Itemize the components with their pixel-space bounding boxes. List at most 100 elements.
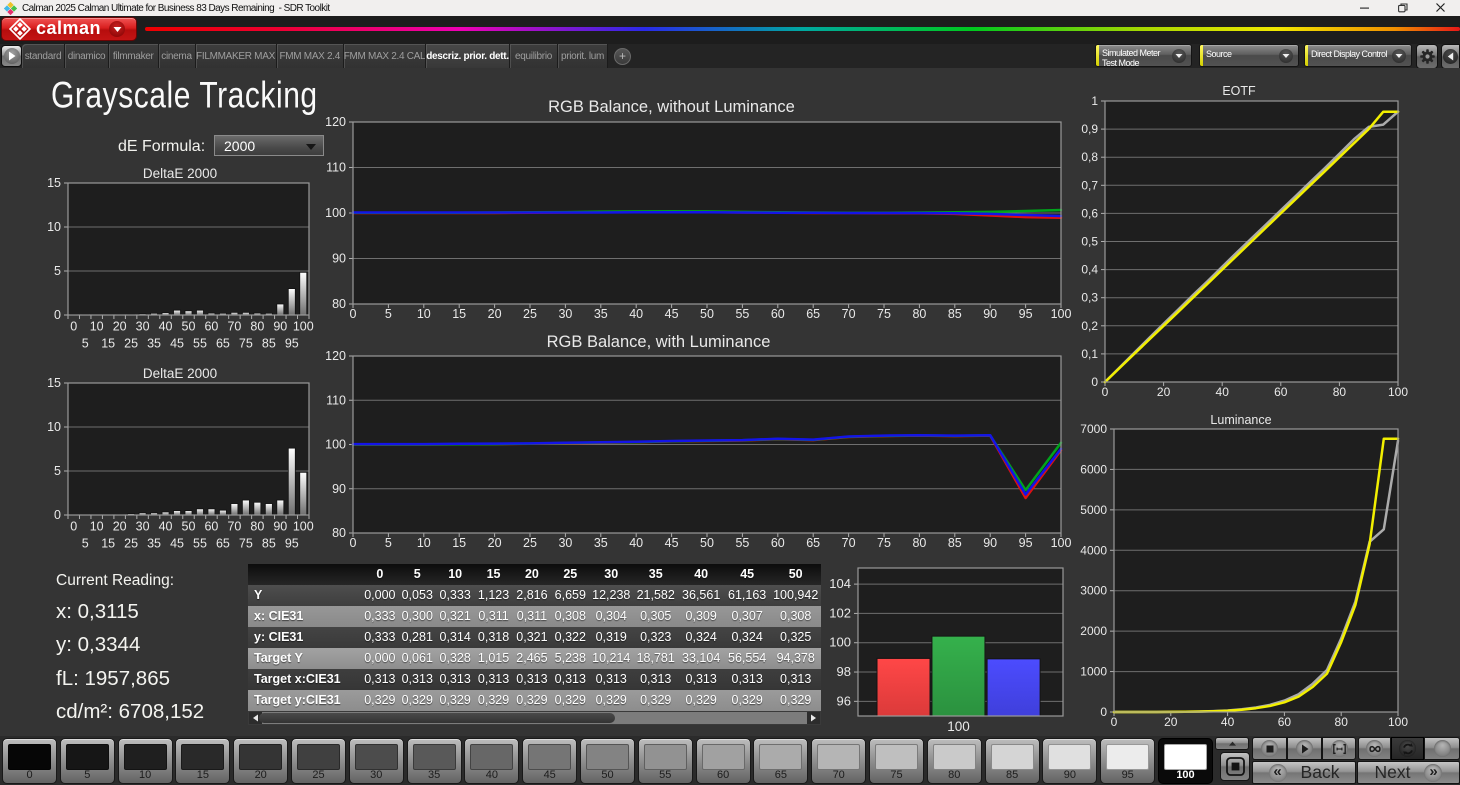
pattern-window-button[interactable] [1220, 752, 1250, 781]
table-scrollbar[interactable] [248, 711, 821, 725]
patch-label: 15 [176, 769, 229, 781]
table-row: Target x:CIE310,3130,3130,3130,3130,3130… [248, 669, 821, 690]
direct-display-control-dropdown[interactable]: Direct Display Control [1304, 44, 1412, 67]
grayscale-patch-40[interactable]: 40 [464, 738, 519, 784]
grayscale-patch-25[interactable]: 25 [291, 738, 346, 784]
deltae-chart-top: DeltaE 200005101505101520253035404550556… [20, 160, 330, 360]
tab-dinamico[interactable]: dinamico [65, 44, 109, 68]
grayscale-patch-15[interactable]: 15 [175, 738, 230, 784]
stop-button[interactable] [1252, 737, 1287, 760]
grayscale-patch-30[interactable]: 30 [349, 738, 404, 784]
scrollbar-thumb[interactable] [259, 713, 615, 723]
svg-text:5: 5 [385, 536, 392, 550]
grayscale-patch-80[interactable]: 80 [927, 738, 982, 784]
svg-text:RGB Balance, without Luminance: RGB Balance, without Luminance [548, 98, 795, 116]
svg-text:65: 65 [806, 536, 820, 550]
settings-button[interactable] [1416, 44, 1438, 69]
tab-filmmaker[interactable]: filmmaker [109, 44, 159, 68]
calman-menu-button[interactable]: calman [1, 17, 137, 41]
table-cell: 5,238 [551, 648, 589, 669]
arrow-right-icon [810, 714, 817, 722]
svg-text:55: 55 [735, 307, 749, 321]
tab-FILMMAKER-MAX[interactable]: FILMMAKER MAX [196, 44, 277, 68]
grayscale-patch-95[interactable]: 95 [1100, 738, 1155, 784]
grayscale-patch-45[interactable]: 45 [522, 738, 577, 784]
svg-text:50: 50 [700, 536, 714, 550]
grayscale-patch-70[interactable]: 70 [811, 738, 866, 784]
collapse-panel-button[interactable] [1441, 44, 1460, 69]
add-layout-tab-button[interactable]: + [614, 48, 631, 65]
tab-equilibrio[interactable]: equilibrio [510, 44, 558, 68]
patch-label: 85 [986, 769, 1039, 781]
grayscale-patch-90[interactable]: 90 [1042, 738, 1097, 784]
tab-standard[interactable]: standard [22, 44, 65, 68]
restore-icon [1398, 3, 1408, 13]
grayscale-patch-55[interactable]: 55 [638, 738, 693, 784]
svg-text:15: 15 [101, 537, 115, 551]
table-row-label: x: CIE31 [248, 606, 361, 627]
close-icon [1436, 3, 1446, 13]
next-button[interactable]: Next » [1357, 761, 1460, 784]
table-cell: 0,321 [513, 627, 551, 648]
grayscale-patch-60[interactable]: 60 [696, 738, 751, 784]
grayscale-patch-10[interactable]: 10 [118, 738, 173, 784]
tab-FMM-MAX-2-4[interactable]: FMM MAX 2.4 [277, 44, 345, 68]
grayscale-patch-35[interactable]: 35 [407, 738, 462, 784]
run-layout-button[interactable] [1, 45, 22, 67]
svg-text:96: 96 [837, 693, 851, 708]
scroll-right-button[interactable] [807, 712, 820, 724]
tab-cinema[interactable]: cinema [159, 44, 196, 68]
svg-text:95: 95 [285, 337, 299, 351]
calman-menu-chevron[interactable] [109, 21, 125, 37]
grayscale-patch-0[interactable]: 0 [2, 738, 57, 784]
grayscale-patch-100[interactable]: 100 [1158, 738, 1213, 784]
loop-off-button[interactable] [1424, 737, 1460, 760]
table-cell: 56,554 [724, 648, 770, 669]
restore-button[interactable] [1384, 0, 1422, 16]
patch-label: 75 [870, 769, 923, 781]
svg-text:75: 75 [239, 337, 253, 351]
patch-swatch [1048, 744, 1091, 770]
loop-infinite-button[interactable] [1358, 737, 1391, 760]
table-row: y: CIE310,3330,2810,3140,3180,3210,3220,… [248, 627, 821, 648]
source-dropdown[interactable]: Source [1199, 44, 1299, 67]
grayscale-patch-75[interactable]: 75 [869, 738, 924, 784]
patch-swatch [8, 744, 51, 770]
svg-text:90: 90 [332, 482, 346, 496]
svg-text:0,7: 0,7 [1081, 178, 1098, 192]
table-cell: 0,313 [513, 669, 551, 690]
grayscale-patch-20[interactable]: 20 [233, 738, 288, 784]
chevrons-left-icon: « [1269, 764, 1287, 782]
svg-text:90: 90 [273, 320, 287, 334]
table-cell: 94,378 [770, 648, 821, 669]
table-cell: 0,305 [633, 606, 678, 627]
svg-text:1000: 1000 [1080, 665, 1107, 679]
step-range-button[interactable] [1322, 737, 1356, 760]
tab-descriz-prior-dett-[interactable]: descriz. prior. dett. [426, 44, 510, 68]
simulated-meter-dropdown[interactable]: Simulated Meter Test Mode [1095, 44, 1192, 67]
svg-text:75: 75 [877, 536, 891, 550]
grayscale-patch-85[interactable]: 85 [985, 738, 1040, 784]
tab-FMM-MAX-2-4-CAL[interactable]: FMM MAX 2.4 CAL [344, 44, 426, 68]
grayscale-patch-65[interactable]: 65 [753, 738, 808, 784]
table-cell: 1,015 [474, 648, 512, 669]
table-cell: 2,816 [513, 585, 551, 606]
svg-text:10: 10 [90, 520, 104, 534]
table-cell: 0,324 [724, 627, 770, 648]
back-button[interactable]: « Back [1252, 761, 1356, 784]
svg-text:0: 0 [350, 307, 357, 321]
svg-text:0: 0 [54, 508, 61, 522]
loop-continuous-button[interactable] [1391, 737, 1424, 760]
table-cell: 0,309 [678, 606, 723, 627]
svg-text:5: 5 [82, 537, 89, 551]
grayscale-patch-5[interactable]: 5 [60, 738, 115, 784]
svg-text:100: 100 [1388, 715, 1408, 729]
svg-text:55: 55 [193, 337, 207, 351]
tab-priorit-lum[interactable]: priorit. lum [558, 44, 608, 68]
close-button[interactable] [1422, 0, 1460, 16]
table-cell: 0,053 [399, 585, 436, 606]
play-button[interactable] [1287, 737, 1322, 760]
minimize-button[interactable] [1346, 0, 1384, 16]
grayscale-patch-50[interactable]: 50 [580, 738, 635, 784]
pattern-panel-expand-button[interactable] [1215, 737, 1249, 750]
